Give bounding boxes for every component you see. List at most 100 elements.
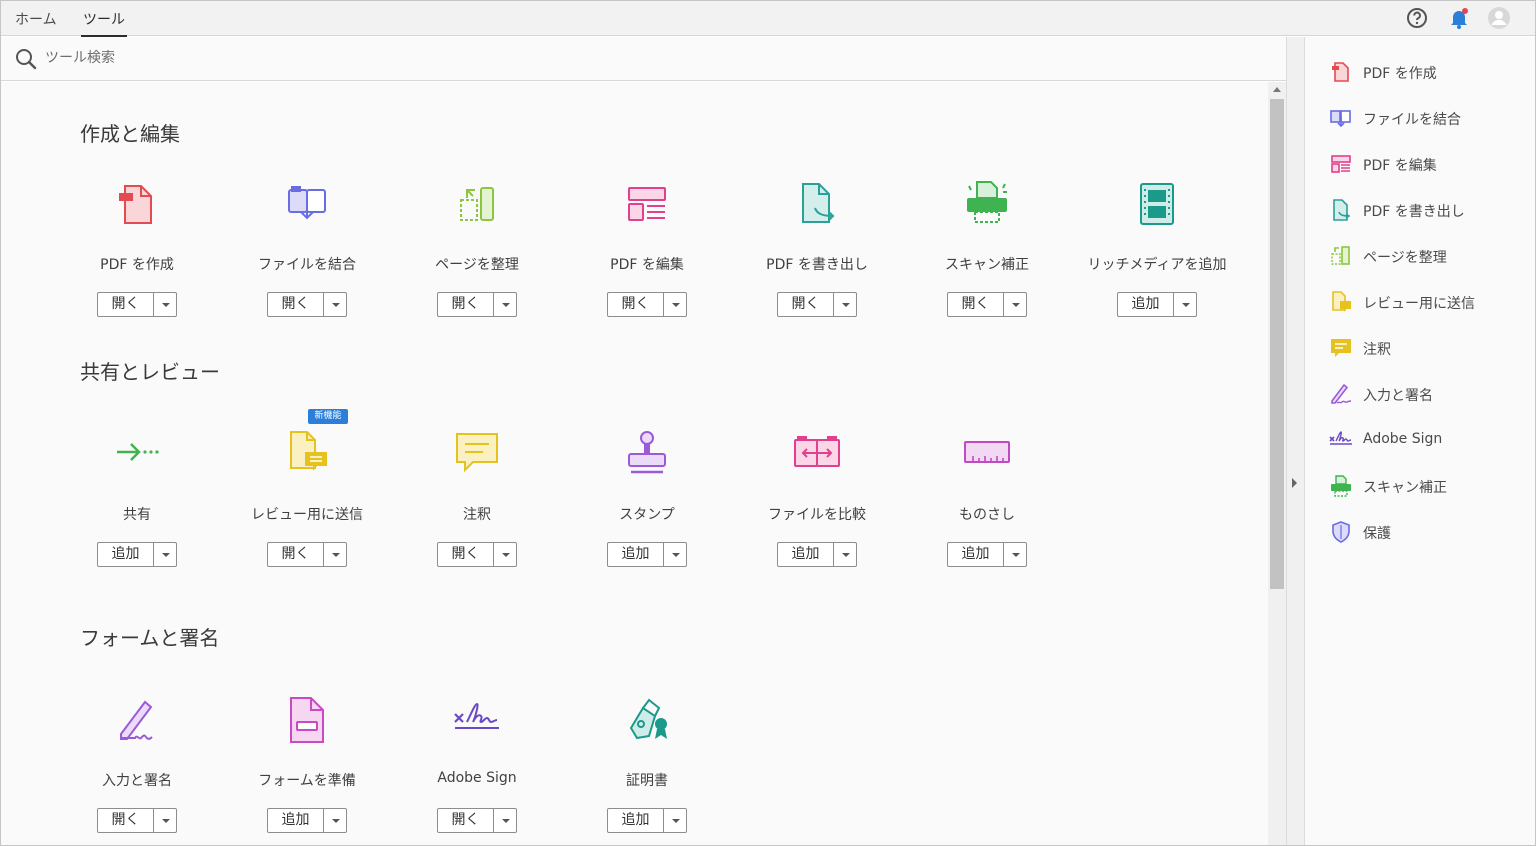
panel-item-organize-pages[interactable]: ページを整理 — [1325, 241, 1525, 271]
panel-item-export-pdf[interactable]: PDF を書き出し — [1325, 195, 1525, 225]
tool-add-button[interactable]: 追加 — [1117, 292, 1197, 317]
tool-name: リッチメディアを追加 — [1087, 257, 1227, 273]
scan-icon — [967, 181, 1007, 223]
chevron-down-icon[interactable] — [1174, 293, 1196, 316]
share-icon — [117, 443, 159, 461]
chevron-down-icon[interactable] — [834, 293, 856, 316]
tool-open-button[interactable]: 開く — [267, 292, 347, 317]
panel-item-send-for-review[interactable]: レビュー用に送信 — [1325, 287, 1525, 317]
combine-files-icon — [288, 186, 326, 220]
tool-action-label[interactable]: 開く — [438, 293, 493, 316]
tool-action-label[interactable]: 開く — [268, 293, 323, 316]
organize-pages-icon — [1331, 246, 1350, 265]
tool-action-label[interactable]: 追加 — [948, 543, 1003, 566]
chevron-down-icon[interactable] — [324, 543, 346, 566]
panel-item-fill-sign[interactable]: 入力と署名 — [1325, 379, 1525, 409]
tool-open-button[interactable]: 開く — [437, 808, 517, 833]
chevron-down-icon[interactable] — [664, 293, 686, 316]
right-tools-panel: PDF を作成 ファイルを結合 PDF を編集 PDF を書き出し ページを整理 — [1305, 37, 1535, 845]
tool-open-button[interactable]: 開く — [97, 292, 177, 317]
chevron-down-icon[interactable] — [324, 293, 346, 316]
tool-add-button[interactable]: 追加 — [97, 542, 177, 567]
tab-home[interactable]: ホーム — [15, 9, 57, 29]
panel-item-adobe-sign[interactable]: Adobe Sign — [1325, 425, 1525, 455]
new-feature-badge: 新機能 — [308, 409, 348, 424]
panel-item-scan[interactable]: スキャン補正 — [1325, 471, 1525, 501]
chevron-down-icon[interactable] — [834, 543, 856, 566]
top-nav-bar: ホーム ツール — [1, 1, 1535, 37]
prepare-form-icon — [290, 697, 324, 743]
chevron-down-icon[interactable] — [494, 543, 516, 566]
tool-card-prepare-form: フォームを準備 追加 — [222, 694, 392, 844]
panel-item-protect[interactable]: 保護 — [1325, 517, 1525, 547]
collapse-panel-arrow-icon[interactable] — [1289, 474, 1301, 492]
tool-action-label[interactable]: 開く — [778, 293, 833, 316]
chevron-down-icon[interactable] — [1004, 543, 1026, 566]
panel-item-label: Adobe Sign — [1363, 431, 1443, 447]
tool-action-label[interactable]: 開く — [98, 809, 153, 832]
tool-name: フォームを準備 — [258, 773, 356, 789]
scrollbar-thumb[interactable] — [1270, 99, 1284, 589]
tool-action-label[interactable]: 追加 — [98, 543, 153, 566]
chevron-down-icon[interactable] — [154, 293, 176, 316]
tool-name: ファイルを結合 — [258, 257, 356, 273]
panel-item-create-pdf[interactable]: PDF を作成 — [1325, 57, 1525, 87]
stamp-icon — [628, 431, 666, 474]
tool-add-button[interactable]: 追加 — [947, 542, 1027, 567]
panel-divider — [1286, 37, 1305, 845]
tool-add-button[interactable]: 追加 — [777, 542, 857, 567]
tool-card-organize-pages: ページを整理 開く — [392, 178, 562, 328]
panel-item-edit-pdf[interactable]: PDF を編集 — [1325, 149, 1525, 179]
tool-action-label[interactable]: 追加 — [608, 543, 663, 566]
fill-sign-icon — [120, 700, 153, 740]
tool-name: PDF を作成 — [100, 257, 174, 273]
tool-open-button[interactable]: 開く — [267, 542, 347, 567]
tool-action-label[interactable]: 開く — [268, 543, 323, 566]
panel-item-label: ページを整理 — [1363, 250, 1447, 266]
tool-action-label[interactable]: 追加 — [778, 543, 833, 566]
tool-action-label[interactable]: 開く — [98, 293, 153, 316]
chevron-down-icon[interactable] — [324, 809, 346, 832]
tool-name: Adobe Sign — [437, 770, 517, 786]
tool-action-label[interactable]: 開く — [438, 809, 493, 832]
tool-name: PDF を編集 — [610, 257, 684, 273]
chevron-down-icon[interactable] — [154, 809, 176, 832]
tool-action-label[interactable]: 開く — [948, 293, 1003, 316]
tab-tools[interactable]: ツール — [81, 9, 127, 37]
tool-open-button[interactable]: 開く — [947, 292, 1027, 317]
comment-icon — [456, 433, 498, 473]
tool-card-comment: 注釈 開く — [392, 428, 562, 578]
tool-open-button[interactable]: 開く — [97, 808, 177, 833]
tool-name: ファイルを比較 — [768, 507, 866, 523]
bell-icon[interactable] — [1447, 6, 1471, 30]
tool-action-label[interactable]: 追加 — [268, 809, 323, 832]
panel-item-comment[interactable]: 注釈 — [1325, 333, 1525, 363]
chevron-down-icon[interactable] — [494, 293, 516, 316]
tool-action-label[interactable]: 開く — [438, 543, 493, 566]
send-for-review-icon — [1332, 291, 1351, 312]
search-input[interactable] — [45, 46, 645, 70]
tool-add-button[interactable]: 追加 — [267, 808, 347, 833]
tool-name: 証明書 — [626, 773, 668, 789]
chevron-down-icon[interactable] — [664, 543, 686, 566]
scroll-up-arrow[interactable] — [1268, 82, 1286, 98]
account-icon[interactable] — [1487, 6, 1511, 30]
chevron-down-icon[interactable] — [664, 809, 686, 832]
panel-item-combine-files[interactable]: ファイルを結合 — [1325, 103, 1525, 133]
tool-open-button[interactable]: 開く — [607, 292, 687, 317]
tool-open-button[interactable]: 開く — [437, 292, 517, 317]
ruler-icon — [964, 441, 1010, 463]
tool-add-button[interactable]: 追加 — [607, 808, 687, 833]
tool-open-button[interactable]: 開く — [437, 542, 517, 567]
tool-action-label[interactable]: 追加 — [1118, 293, 1173, 316]
tool-action-label[interactable]: 開く — [608, 293, 663, 316]
tool-add-button[interactable]: 追加 — [607, 542, 687, 567]
tool-open-button[interactable]: 開く — [777, 292, 857, 317]
chevron-down-icon[interactable] — [1004, 293, 1026, 316]
tool-action-label[interactable]: 追加 — [608, 809, 663, 832]
chevron-down-icon[interactable] — [154, 543, 176, 566]
tool-card-export-pdf: PDF を書き出し 開く — [732, 178, 902, 328]
chevron-down-icon[interactable] — [494, 809, 516, 832]
create-pdf-icon — [1332, 62, 1349, 82]
help-icon[interactable] — [1405, 6, 1429, 30]
